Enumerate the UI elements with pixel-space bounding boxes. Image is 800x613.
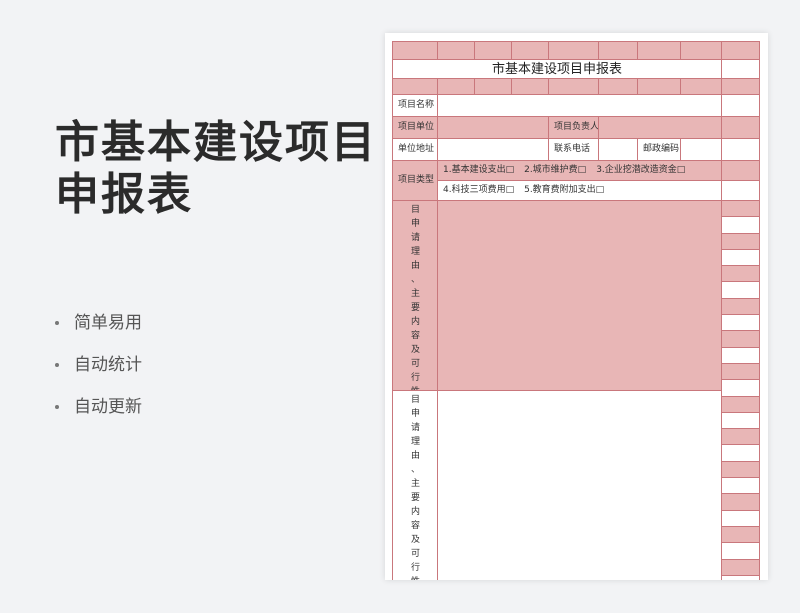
grid-cell	[722, 396, 759, 413]
grid-cell	[599, 42, 638, 60]
grid-cell	[549, 79, 599, 95]
grid-cell	[722, 95, 759, 117]
reason-label: 目申请理由、主要内容及可行性	[410, 395, 420, 580]
grid-cell	[722, 298, 759, 316]
grid-cell	[722, 282, 759, 299]
promo-title: 市基本建设项目 申报表	[55, 117, 377, 221]
project-type-option[interactable]: 5.教育费附加支出□	[524, 186, 604, 195]
grid-cell	[722, 161, 759, 181]
grid-cell	[722, 266, 759, 283]
grid-cell	[722, 217, 759, 234]
grid-cell	[475, 42, 512, 60]
postal-code-field[interactable]	[681, 139, 722, 161]
bullet-icon	[55, 405, 59, 409]
project-unit-field[interactable]	[438, 117, 549, 139]
grid-cell	[722, 42, 759, 60]
reason-content-field[interactable]	[438, 391, 722, 580]
feature-label: 简单易用	[74, 313, 142, 333]
grid-cell	[722, 60, 759, 79]
grid-cell	[722, 461, 759, 479]
unit-address-field[interactable]	[438, 139, 549, 161]
project-name-label: 项目名称	[393, 95, 438, 117]
project-leader-field[interactable]	[599, 117, 722, 139]
bullet-icon	[55, 363, 59, 367]
grid-cell	[549, 42, 599, 60]
grid-cell	[722, 201, 759, 218]
grid-cell	[722, 315, 759, 332]
grid-cell	[475, 79, 512, 95]
grid-cell	[512, 79, 549, 95]
reason-label-cell: 目申请理由、主要内容及可行性	[393, 391, 438, 580]
grid-cell	[722, 117, 759, 139]
grid-cell	[722, 347, 759, 364]
grid-cell	[681, 79, 722, 95]
grid-cell	[599, 79, 638, 95]
grid-cell	[438, 79, 475, 95]
postal-code-label: 邮政编码	[638, 139, 681, 161]
contact-phone-field[interactable]	[599, 139, 638, 161]
form-sheet-preview: 市基本建设项目申报表 项目名称 项目单位 项目负责人 单位地址 联系电话 邮政编…	[385, 33, 768, 580]
grid-cell	[722, 380, 759, 397]
project-type-label: 项目类型	[393, 161, 438, 201]
form-title: 市基本建设项目申报表	[393, 60, 722, 79]
promo-title-line2: 申报表	[55, 169, 193, 220]
grid-cell	[722, 445, 759, 462]
grid-cell	[722, 510, 759, 527]
grid-cell	[681, 42, 722, 60]
grid-cell	[722, 429, 759, 446]
grid-cell	[722, 79, 759, 95]
project-type-option[interactable]: 3.企业挖潜改造资金□	[596, 166, 685, 175]
grid-cell	[722, 478, 759, 495]
project-unit-label: 项目单位	[393, 117, 438, 139]
project-type-options-row2: 4.科技三项费用□ 5.教育费附加支出□	[438, 181, 722, 201]
unit-address-label: 单位地址	[393, 139, 438, 161]
feature-label: 自动更新	[74, 397, 142, 417]
project-name-field[interactable]	[438, 95, 722, 117]
grid-cell	[722, 543, 759, 560]
grid-cell	[722, 181, 759, 201]
grid-cell	[722, 527, 759, 544]
grid-cell	[438, 42, 475, 60]
project-type-option[interactable]: 4.科技三项费用□	[443, 186, 514, 195]
feature-label: 自动统计	[74, 355, 142, 375]
form-grid: 市基本建设项目申报表 项目名称 项目单位 项目负责人 单位地址 联系电话 邮政编…	[392, 41, 760, 580]
project-type-options-row1: 1.基本建设支出□ 2.城市维护费□ 3.企业挖潜改造资金□	[438, 161, 722, 181]
project-leader-label: 项目负责人	[549, 117, 599, 139]
project-type-option[interactable]: 1.基本建设支出□	[443, 166, 514, 175]
grid-cell	[393, 42, 438, 60]
promo-title-line1: 市基本建设项目	[55, 117, 377, 168]
reason-label-cell: 目申请理由、主要内容及可行性情	[393, 201, 438, 391]
grid-cell	[722, 575, 759, 580]
grid-cell	[722, 364, 759, 381]
grid-cell	[722, 233, 759, 250]
grid-cell	[393, 79, 438, 95]
grid-cell	[722, 139, 759, 161]
grid-cell	[638, 79, 681, 95]
grid-cell	[638, 42, 681, 60]
bullet-icon	[55, 321, 59, 325]
grid-cell	[722, 559, 759, 576]
grid-cell	[722, 494, 759, 511]
reason-label: 目申请理由、主要内容及可行性情	[410, 205, 420, 390]
contact-phone-label: 联系电话	[549, 139, 599, 161]
grid-cell	[722, 412, 759, 430]
grid-cell	[722, 249, 759, 267]
grid-cell	[722, 331, 759, 348]
project-type-option[interactable]: 2.城市维护费□	[524, 166, 586, 175]
reason-content-field[interactable]	[438, 201, 722, 391]
grid-cell	[512, 42, 549, 60]
